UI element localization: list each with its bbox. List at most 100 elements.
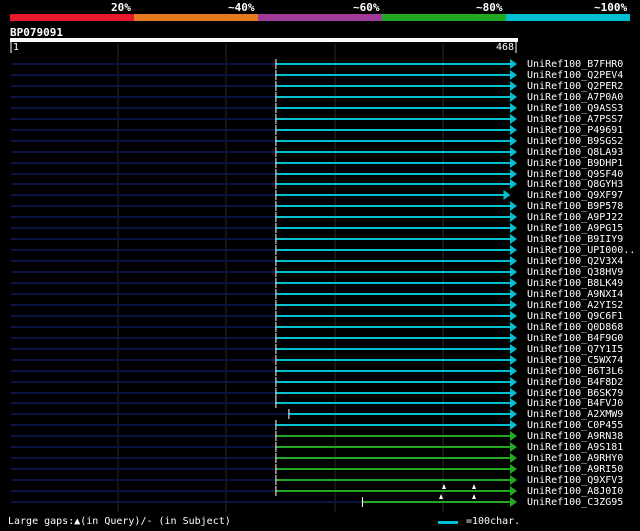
hit-arrow — [510, 289, 517, 299]
hit-arrow — [510, 125, 517, 135]
hit-arrow — [510, 431, 517, 441]
hit-label[interactable]: UniRef100_B4F8D2 — [527, 377, 623, 388]
hit-label[interactable]: UniRef100_Q8LA93 — [527, 147, 623, 158]
hit-label[interactable]: UniRef100_B4F9G0 — [527, 333, 623, 344]
gap-marker — [472, 494, 476, 499]
hit-label[interactable]: UniRef100_Q9XF97 — [527, 190, 623, 201]
hit-label[interactable]: UniRef100_A9NXI4 — [527, 289, 623, 300]
hit-arrow — [510, 366, 517, 376]
hit-arrow — [510, 409, 517, 419]
hit-arrow — [510, 169, 517, 179]
hit-label[interactable]: UniRef100_A9RHY0 — [527, 453, 623, 464]
hit-arrow — [510, 147, 517, 157]
query-id: BP079091 — [10, 26, 63, 39]
query-bar — [10, 38, 518, 42]
scale-swatch — [438, 521, 458, 524]
hit-label[interactable]: UniRef100_B9IIY9 — [527, 234, 623, 245]
hit-arrow — [510, 59, 517, 69]
hit-arrow — [510, 278, 517, 288]
hit-label[interactable]: UniRef100_A9PG15 — [527, 223, 623, 234]
hit-arrow — [510, 267, 517, 277]
hit-label[interactable]: UniRef100_B6T3L6 — [527, 366, 623, 377]
hit-label[interactable]: UniRef100_Q9C6F1 — [527, 311, 623, 322]
hit-arrow — [510, 114, 517, 124]
hit-label[interactable]: UniRef100_UPI000.. — [527, 245, 635, 256]
hit-arrow — [510, 256, 517, 266]
hit-label[interactable]: UniRef100_Q2PER2 — [527, 81, 623, 92]
legend-label-80: ~80% — [476, 1, 503, 14]
hit-arrow — [510, 442, 517, 452]
legend-label-60: ~60% — [353, 1, 380, 14]
hit-arrow — [510, 388, 517, 398]
hit-label[interactable]: UniRef100_B9P578 — [527, 201, 623, 212]
hit-label[interactable]: UniRef100_A9PJ22 — [527, 212, 623, 223]
hit-label[interactable]: UniRef100_Q38HV9 — [527, 267, 623, 278]
hit-arrow — [510, 245, 517, 255]
legend-band — [506, 14, 630, 21]
hit-arrow — [510, 212, 517, 222]
hit-arrow — [510, 70, 517, 80]
hit-arrow — [510, 92, 517, 102]
hit-label[interactable]: UniRef100_C0P455 — [527, 420, 623, 431]
hit-arrow — [510, 223, 517, 233]
hit-label[interactable]: UniRef100_B8LK49 — [527, 278, 623, 289]
legend-band — [10, 14, 134, 21]
scale-legend: =100char. — [466, 516, 521, 527]
hit-label[interactable]: UniRef100_B9SGS2 — [527, 136, 623, 147]
hit-arrow — [510, 322, 517, 332]
scale-end-label: 468 — [496, 42, 515, 53]
hit-arrow — [510, 355, 517, 365]
hit-arrow — [510, 344, 517, 354]
hit-label[interactable]: UniRef100_C5WX74 — [527, 355, 623, 366]
hit-label[interactable]: UniRef100_P49691 — [527, 125, 623, 136]
scale-start-label: 1 — [13, 42, 20, 53]
hit-arrow — [510, 398, 517, 408]
hit-arrow — [510, 453, 517, 463]
hit-label[interactable]: UniRef100_A2YIS2 — [527, 300, 623, 311]
hit-arrow — [510, 464, 517, 474]
hit-arrow — [510, 377, 517, 387]
hit-arrow — [510, 497, 517, 507]
legend-band — [258, 14, 382, 21]
hit-arrow — [510, 475, 517, 485]
gap-marker — [472, 484, 476, 489]
hit-arrow — [510, 136, 517, 146]
hit-label[interactable]: UniRef100_A7PSS7 — [527, 114, 623, 125]
hit-arrow — [510, 201, 517, 211]
hit-label[interactable]: UniRef100_Q2PEV4 — [527, 70, 623, 81]
hit-arrow — [510, 234, 517, 244]
hit-arrow — [510, 300, 517, 310]
hit-arrow — [510, 81, 517, 91]
hit-label[interactable]: UniRef100_B4FVJ0 — [527, 398, 623, 409]
hit-label[interactable]: UniRef100_Q7Y1I5 — [527, 344, 623, 355]
gap-marker — [439, 494, 443, 499]
hit-label[interactable]: UniRef100_Q2V3X4 — [527, 256, 623, 267]
hit-label[interactable]: UniRef100_A8J0I0 — [527, 486, 623, 497]
hit-label[interactable]: UniRef100_B7FHR0 — [527, 59, 623, 70]
legend-label-20: 20% — [111, 1, 131, 14]
large-gaps-legend: Large gaps:▲(in Query)/- (in Subject) — [8, 516, 231, 527]
hit-label[interactable]: UniRef100_Q9ASS3 — [527, 103, 623, 114]
hit-arrow — [510, 158, 517, 168]
legend-label-40: ~40% — [228, 1, 255, 14]
hit-arrow — [510, 103, 517, 113]
hit-label[interactable]: UniRef100_A9S181 — [527, 442, 623, 453]
hit-label[interactable]: UniRef100_C3ZG95 — [527, 497, 623, 508]
hit-label[interactable]: UniRef100_A9RN38 — [527, 431, 623, 442]
hit-arrow — [510, 311, 517, 321]
hit-arrow — [510, 333, 517, 343]
legend-label-100: ~100% — [594, 1, 628, 14]
legend-band — [382, 14, 506, 21]
hit-label[interactable]: UniRef100_Q8GYH3 — [527, 179, 623, 190]
hit-arrow — [510, 486, 517, 496]
hit-label[interactable]: UniRef100_Q9XFV3 — [527, 475, 623, 486]
hit-label[interactable]: UniRef100_A7P0A0 — [527, 92, 623, 103]
hit-label[interactable]: UniRef100_A2XMW9 — [527, 409, 623, 420]
hit-arrow — [503, 190, 511, 200]
hit-label[interactable]: UniRef100_Q0D868 — [527, 322, 623, 333]
hit-label[interactable]: UniRef100_A9RI50 — [527, 464, 623, 475]
hit-label[interactable]: UniRef100_B9DHP1 — [527, 158, 623, 169]
hit-arrow — [510, 179, 517, 189]
hit-arrow — [510, 420, 517, 430]
legend-band — [134, 14, 258, 21]
